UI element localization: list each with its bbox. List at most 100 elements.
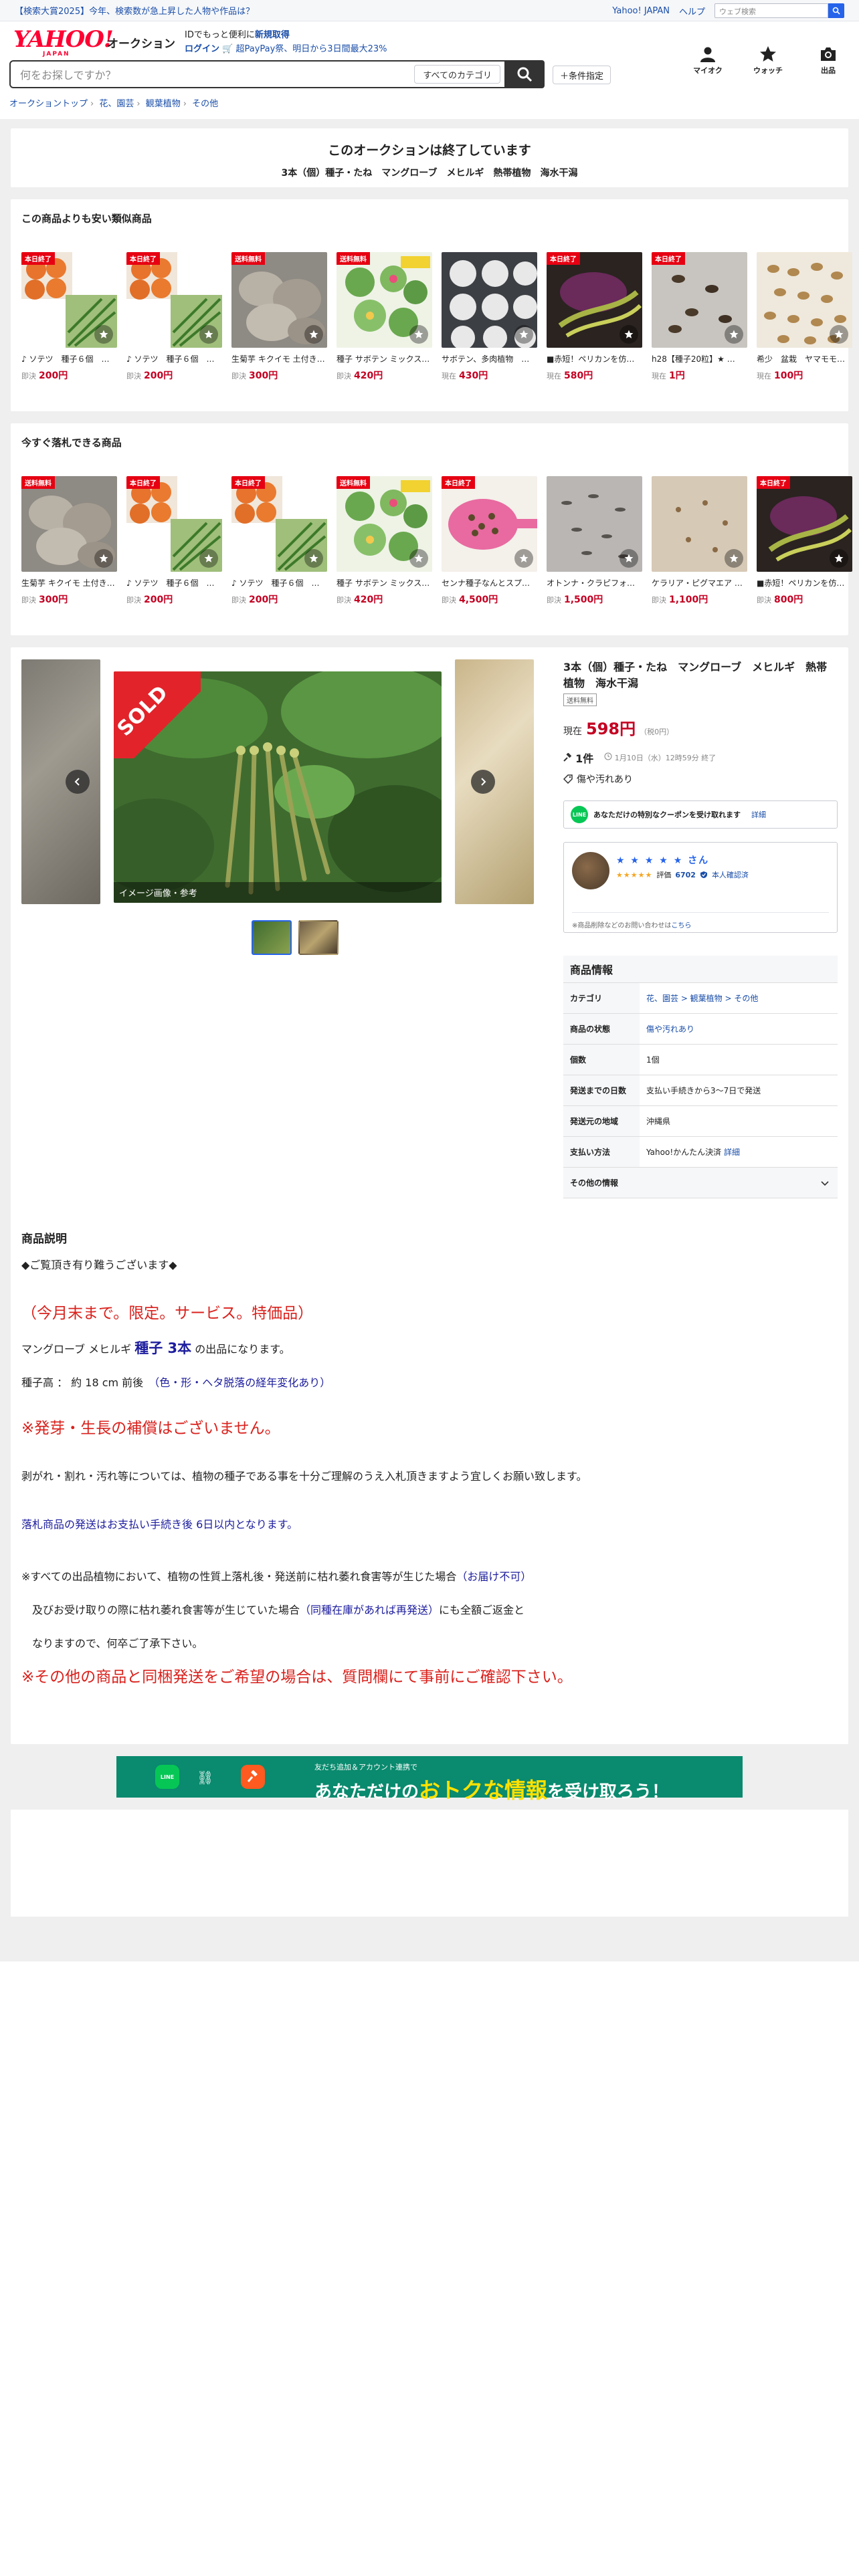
web-search-button[interactable] <box>828 3 844 18</box>
watch-star-button[interactable] <box>619 325 638 344</box>
buy-now-item-card[interactable]: オトンナ・クラピフォ… 即決 1,500円 <box>547 476 642 606</box>
product-title[interactable]: 種子 サボテン ミックス… <box>337 577 432 588</box>
buy-now-item-card[interactable]: 本日終了 ♪ ソテツ 種子６個 … 即決 200円 <box>126 476 222 606</box>
breadcrumb-garden[interactable]: 花、園芸 <box>99 99 134 109</box>
yahoo-japan-link[interactable]: Yahoo! JAPAN <box>612 6 670 16</box>
product-thumbnail[interactable]: 本日終了 <box>231 476 327 572</box>
product-thumbnail[interactable]: 本日終了 <box>547 252 642 348</box>
product-title[interactable]: オトンナ・クラピフォ… <box>547 577 642 588</box>
product-title[interactable]: ♪ ソテツ 種子６個 … <box>231 577 327 588</box>
seller-avatar[interactable] <box>572 852 609 889</box>
watch-star-button[interactable] <box>199 549 218 568</box>
promo-link[interactable]: 【検索大賞2025】今年、検索数が急上昇した人物や作品は？ <box>15 4 254 17</box>
watch-star-button[interactable] <box>304 549 323 568</box>
similar-item-card[interactable]: 本日終了 ■赤短！ペリカンを仿… 現在 580円 <box>547 252 642 382</box>
product-thumbnail[interactable] <box>547 476 642 572</box>
buy-now-item-card[interactable]: 本日終了 ■赤短！ペリカンを仿… 即決 800円 <box>757 476 852 606</box>
product-title[interactable]: ♪ ソテツ 種子６個 … <box>126 577 222 588</box>
breadcrumb-houseplants[interactable]: 観葉植物 <box>146 99 181 109</box>
login-link[interactable]: ログイン <box>185 44 219 54</box>
product-title[interactable]: ケラリア・ピグマエア … <box>652 577 747 588</box>
product-thumbnail[interactable]: 本日終了 <box>652 252 747 348</box>
paypay-promo-link[interactable]: 🛒 超PayPay祭、明日から3日間最大23% <box>222 44 387 54</box>
line-coupon-banner[interactable]: LINE あなただけの特別なクーポンを受け取れます 詳細 <box>563 800 838 829</box>
yahoo-auction-logo[interactable]: YAHOO! JAPAN オークション <box>13 28 175 58</box>
product-title[interactable]: ■赤短！ペリカンを仿… <box>757 577 852 588</box>
category-link[interactable]: 花、園芸 > 観葉植物 > その他 <box>646 994 758 1003</box>
product-title[interactable]: 種子 サボテン ミックス… <box>337 353 432 364</box>
product-title[interactable]: ■赤短！ペリカンを仿… <box>547 353 642 364</box>
product-title[interactable]: 生菊芋 キクイモ 土付き… <box>231 353 327 364</box>
product-thumbnail[interactable]: 送料無料 <box>337 476 432 572</box>
main-image[interactable]: SOLD イメージ画像・参考 <box>114 671 442 903</box>
similar-item-card[interactable]: サボテン、多肉植物 … 現在 430円 <box>442 252 537 382</box>
buy-now-item-card[interactable]: ケラリア・ピグマエア … 即決 1,100円 <box>652 476 747 606</box>
product-thumbnail[interactable]: 本日終了 <box>126 476 222 572</box>
watch-star-button[interactable] <box>514 325 533 344</box>
watch-star-button[interactable] <box>725 549 743 568</box>
sell-button[interactable]: 出品 <box>811 45 846 76</box>
condition-link[interactable]: 傷や汚れあり <box>646 1025 694 1034</box>
web-search-input[interactable]: ウェブ検索 <box>714 3 828 18</box>
product-title[interactable]: サボテン、多肉植物 … <box>442 353 537 364</box>
product-thumbnail[interactable]: 送料無料 <box>21 476 117 572</box>
search-button[interactable] <box>504 60 545 88</box>
product-thumbnail[interactable]: 本日終了 <box>21 252 117 348</box>
product-thumbnail[interactable] <box>442 252 537 348</box>
buy-now-item-card[interactable]: 本日終了 センナ種子なんとスプ… 即決 4,500円 <box>442 476 537 606</box>
help-link[interactable]: ヘルプ <box>679 5 705 17</box>
advanced-search-button[interactable]: ＋条件指定 <box>553 66 611 84</box>
next-image-button[interactable] <box>471 770 495 794</box>
product-thumbnail[interactable]: 本日終了 <box>442 476 537 572</box>
other-info-toggle[interactable]: その他の情報 <box>563 1168 838 1198</box>
product-thumbnail[interactable]: 送料無料 <box>231 252 327 348</box>
category-select[interactable]: すべてのカテゴリ <box>414 65 500 84</box>
watch-button[interactable]: ウォッチ <box>751 45 785 76</box>
similar-item-card[interactable]: 希少 盆栽 ヤマモモ… 現在 100円 <box>757 252 852 382</box>
product-title[interactable]: センナ種子なんとスプ… <box>442 577 537 588</box>
seller-name[interactable]: ★ ★ ★ ★ ★ さん <box>616 853 709 867</box>
breadcrumb-top[interactable]: オークショントップ <box>9 99 88 109</box>
product-title[interactable]: h28【種子20粒】★ … <box>652 353 747 364</box>
product-thumbnail[interactable]: 送料無料 <box>337 252 432 348</box>
line-promo-banner[interactable]: LINE ⛓ 友だち追加＆アカウント連携で あなただけのおトクな情報を受け取ろう… <box>116 1756 743 1803</box>
watch-star-button[interactable] <box>94 549 113 568</box>
product-thumbnail[interactable] <box>757 252 852 348</box>
product-thumbnail[interactable]: 本日終了 <box>757 476 852 572</box>
thumbnail-2[interactable] <box>298 920 339 955</box>
product-title[interactable]: ♪ ソテツ 種子６個 … <box>126 353 222 364</box>
watch-star-button[interactable] <box>409 549 428 568</box>
similar-item-card[interactable]: 送料無料 生菊芋 キクイモ 土付き… 即決 300円 <box>231 252 327 382</box>
buy-now-item-card[interactable]: 本日終了 ♪ ソテツ 種子６個 … 即決 200円 <box>231 476 327 606</box>
product-title[interactable]: 生菊芋 キクイモ 土付き… <box>21 577 117 588</box>
my-auction-button[interactable]: マイオク <box>690 45 725 76</box>
similar-item-card[interactable]: 本日終了 ♪ ソテツ 種子６個 … 即決 200円 <box>21 252 117 382</box>
coupon-detail-link[interactable]: 詳細 <box>751 809 766 820</box>
buy-now-item-card[interactable]: 送料無料 種子 サボテン ミックス… 即決 420円 <box>337 476 432 606</box>
inquiry-link[interactable]: こちら <box>671 922 691 930</box>
thumbnail-1[interactable] <box>252 920 292 955</box>
watch-star-button[interactable] <box>94 325 113 344</box>
similar-item-card[interactable]: 送料無料 種子 サボテン ミックス… 即決 420円 <box>337 252 432 382</box>
watch-star-button[interactable] <box>514 549 533 568</box>
product-title[interactable]: 希少 盆栽 ヤマモモ… <box>757 353 852 364</box>
watch-star-button[interactable] <box>409 325 428 344</box>
watch-star-button[interactable] <box>830 325 848 344</box>
watch-star-button[interactable] <box>725 325 743 344</box>
breadcrumb-other[interactable]: その他 <box>192 99 218 109</box>
watch-star-button[interactable] <box>199 325 218 344</box>
buy-now-item-card[interactable]: 送料無料 生菊芋 キクイモ 土付き… 即決 300円 <box>21 476 117 606</box>
watch-star-button[interactable] <box>619 549 638 568</box>
product-thumbnail[interactable] <box>652 476 747 572</box>
watch-star-button[interactable] <box>830 549 848 568</box>
search-input[interactable]: 何をお探しですか？ <box>11 66 414 82</box>
product-title[interactable]: ♪ ソテツ 種子６個 … <box>21 353 117 364</box>
payment-detail-link[interactable]: 詳細 <box>724 1148 740 1157</box>
signup-link[interactable]: 新規取得 <box>255 30 290 40</box>
rating-link[interactable]: 6702 <box>675 871 696 879</box>
similar-item-card[interactable]: 本日終了 ♪ ソテツ 種子６個 … 即決 200円 <box>126 252 222 382</box>
watch-star-button[interactable] <box>304 325 323 344</box>
prev-image-button[interactable] <box>66 770 90 794</box>
product-thumbnail[interactable]: 本日終了 <box>126 252 222 348</box>
similar-item-card[interactable]: 本日終了 h28【種子20粒】★ … 現在 1円 <box>652 252 747 382</box>
